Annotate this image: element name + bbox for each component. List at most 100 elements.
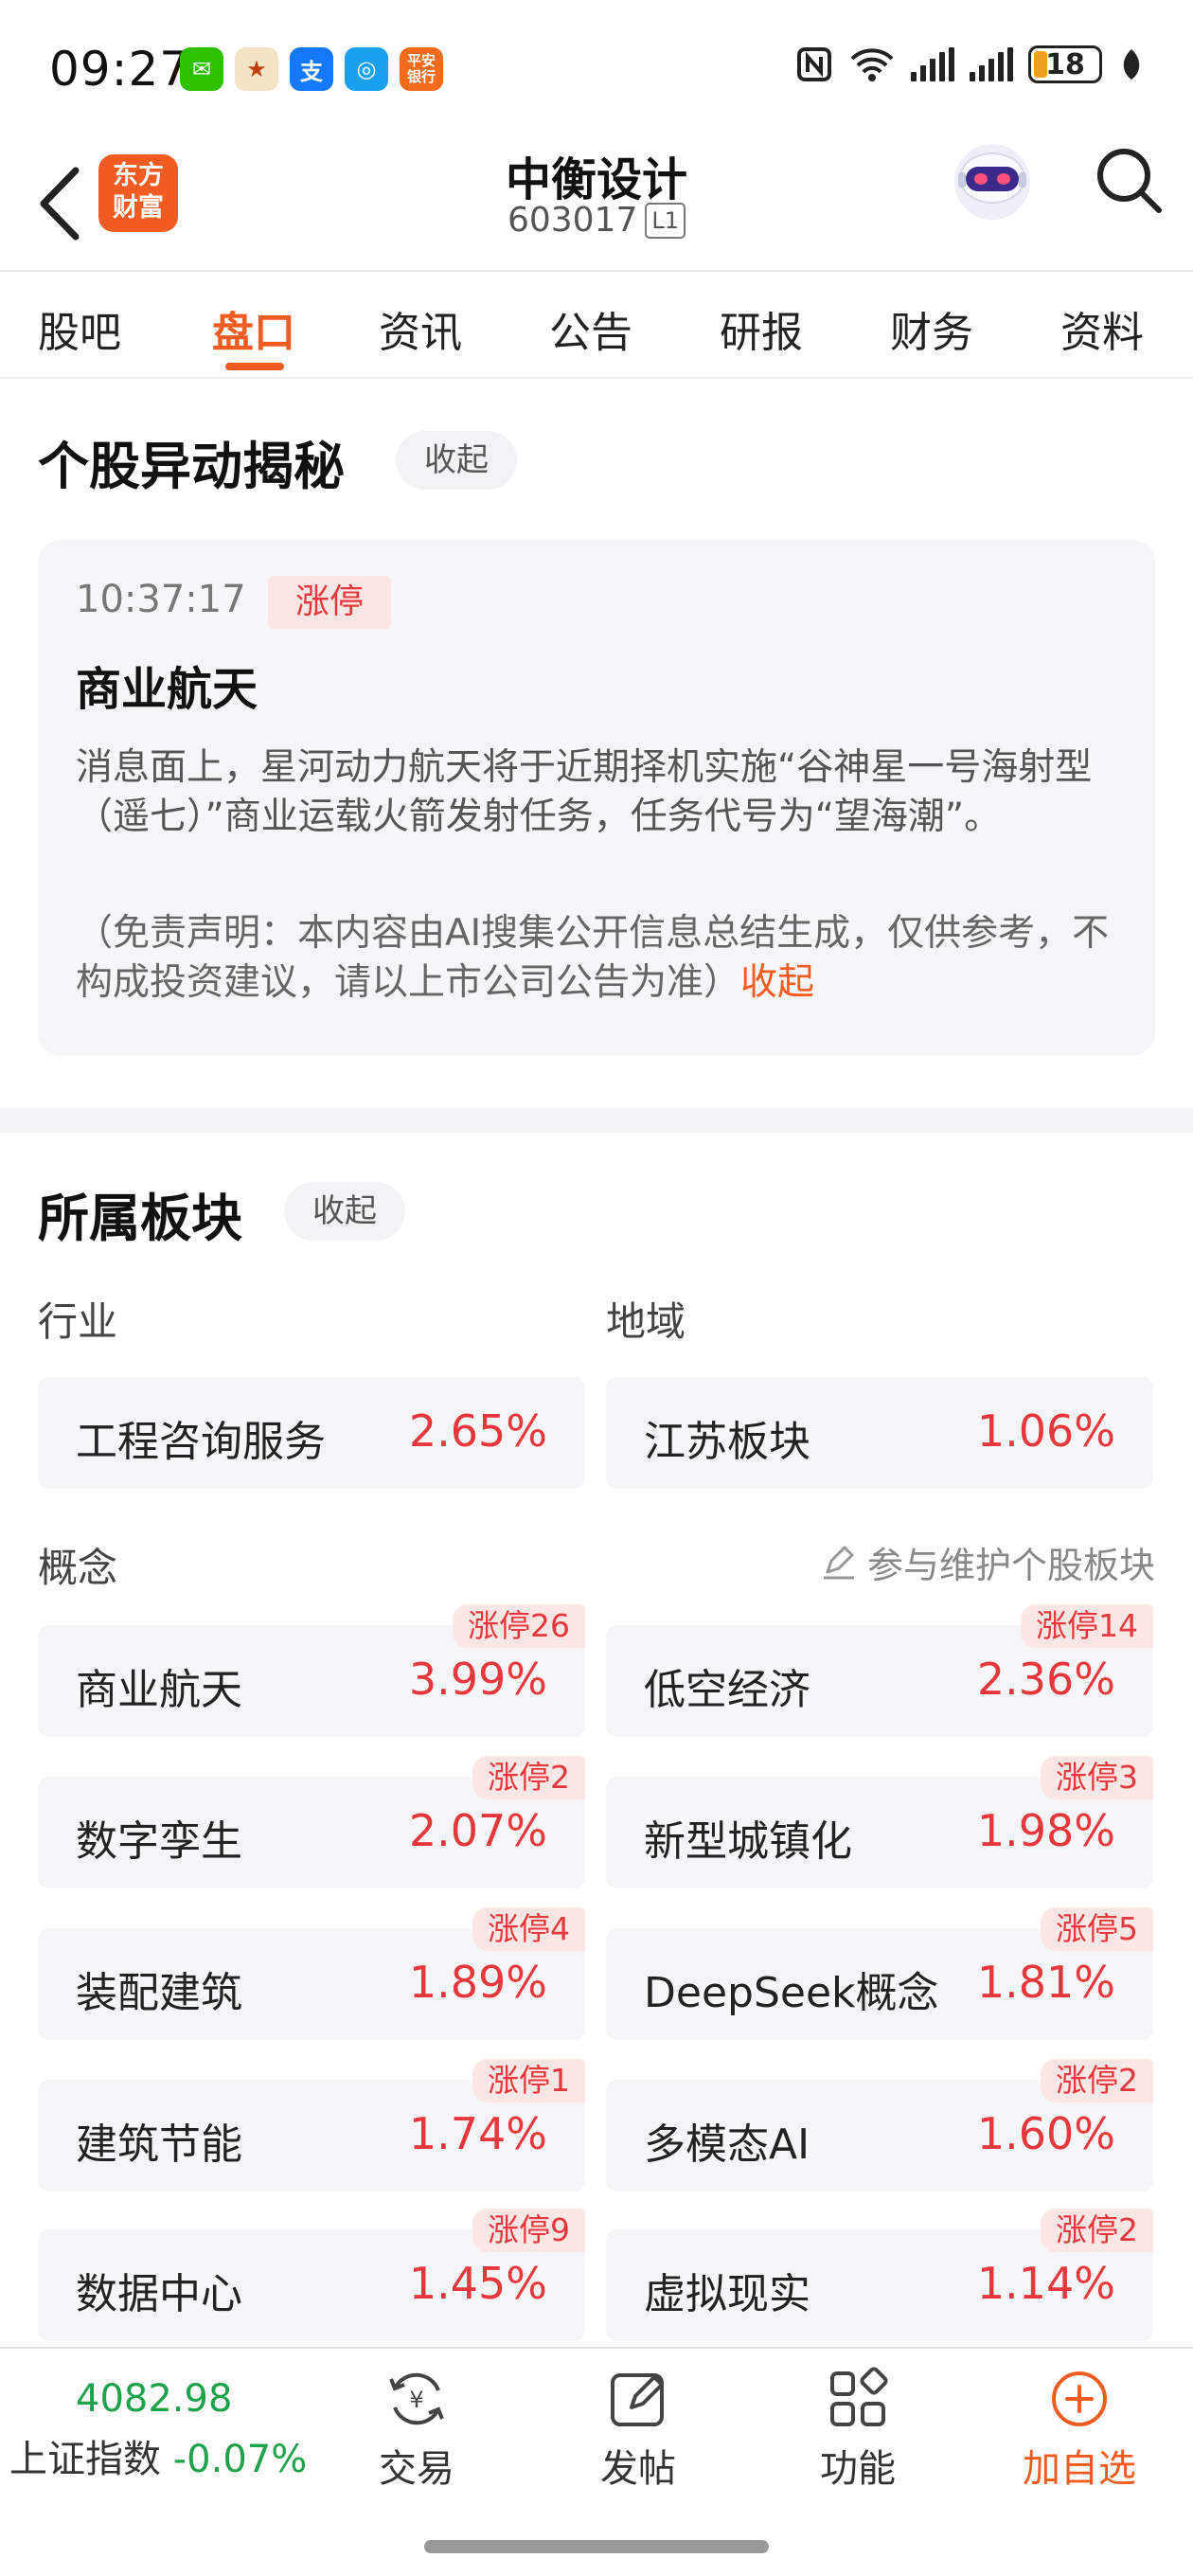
movement-body: 消息面上，星河动力航天将于近期择机实施“谷神星一号海射型（遥七）”商业运载火箭发…	[76, 746, 1093, 838]
concept-block[interactable]: 涨停14 低空经济 2.36%	[606, 1604, 1153, 1737]
limit-up-count-badge: 涨停2	[472, 1756, 585, 1799]
pay-icon: ◎	[345, 47, 388, 91]
limit-up-count-badge: 涨停1	[472, 2059, 585, 2102]
tab-active-indicator	[225, 363, 284, 370]
sectors-section-title: 所属板块	[38, 1189, 242, 1248]
industry-label: 行业	[38, 1298, 118, 1345]
tab-guba[interactable]: 股吧	[38, 298, 121, 359]
limit-up-count-badge: 涨停5	[1041, 1907, 1153, 1951]
concept-block[interactable]: 涨停9 数据中心 1.45%	[38, 2209, 585, 2341]
block-pct: 1.74%	[408, 2108, 547, 2159]
leaf-icon	[1123, 49, 1140, 80]
tab-bar: 股吧 盘口 资讯 公告 研报 财务 资料	[0, 270, 1193, 379]
industry-block[interactable]: 工程咨询服务 2.65%	[38, 1377, 585, 1489]
post-icon	[611, 2373, 664, 2426]
maintain-text: 参与维护个股板块	[866, 1545, 1155, 1586]
search-icon[interactable]	[1091, 142, 1166, 218]
movement-headline: 商业航天	[76, 663, 258, 716]
home-indicator[interactable]	[424, 2540, 769, 2553]
block-name: 数据中心	[76, 2270, 242, 2318]
limit-up-count-badge: 涨停26	[453, 1604, 585, 1648]
level-badge: L1	[645, 202, 686, 239]
block-name: 多模态AI	[644, 2120, 810, 2169]
block-name: 新型城镇化	[644, 1817, 852, 1866]
alipay-icon: 支	[290, 47, 333, 91]
limit-up-count-badge: 涨停3	[1041, 1756, 1153, 1799]
movement-time: 10:37:17	[76, 578, 246, 621]
concept-block[interactable]: 涨停26 商业航天 3.99%	[38, 1604, 585, 1737]
block-pct: 2.65%	[408, 1405, 547, 1457]
block-pct: 1.45%	[408, 2258, 547, 2309]
index-name-row[interactable]: 上证指数 -0.07%	[9, 2428, 307, 2483]
functions-grid-icon	[830, 2367, 888, 2426]
battery-icon: 18	[1028, 45, 1102, 83]
signal-icon-2	[970, 47, 1013, 81]
sectors-collapse-button[interactable]: 收起	[284, 1182, 405, 1241]
trade-icon: ¥	[389, 2372, 444, 2425]
concept-block[interactable]: 涨停5 DeepSeek概念 1.81%	[606, 1907, 1153, 2040]
block-pct: 1.89%	[408, 1957, 547, 2008]
signal-icon	[911, 47, 954, 81]
pingan-bank-icon: 平安 银行	[400, 47, 443, 91]
concept-block[interactable]: 涨停2 多模态AI 1.60%	[606, 2059, 1153, 2191]
maintain-blocks-link[interactable]: 参与维护个股板块	[820, 1536, 1155, 1588]
block-name: 工程咨询服务	[76, 1418, 326, 1466]
tab-news[interactable]: 资讯	[379, 298, 462, 359]
status-time: 09:27	[49, 42, 191, 97]
concept-block[interactable]: 涨停1 建筑节能 1.74%	[38, 2059, 585, 2191]
disclaimer-collapse-link[interactable]: 收起	[740, 961, 814, 1004]
block-name: 低空经济	[644, 1666, 810, 1714]
block-name: 商业航天	[76, 1666, 242, 1714]
disclaimer-text: （免责声明：本内容由AI搜集公开信息总结生成，仅供参考，不构成投资建议，请以上市…	[76, 912, 1110, 1004]
movement-section-title: 个股异动揭秘	[38, 437, 345, 496]
add-circle-icon	[1052, 2371, 1107, 2426]
block-pct: 2.07%	[408, 1805, 547, 1856]
concept-label: 概念	[38, 1545, 118, 1591]
index-change: -0.07%	[172, 2438, 308, 2481]
tab-announcements[interactable]: 公告	[549, 298, 632, 359]
block-name: 建筑节能	[76, 2120, 242, 2169]
tab-research[interactable]: 研报	[720, 298, 803, 359]
block-pct: 1.14%	[976, 2258, 1115, 2309]
block-pct: 2.36%	[976, 1654, 1115, 1705]
index-value[interactable]: 4082.98	[76, 2377, 232, 2421]
limit-up-count-badge: 涨停9	[472, 2209, 585, 2252]
wechat-icon: ✉	[180, 47, 223, 91]
limit-up-count-badge: 涨停4	[472, 1907, 585, 1951]
wifi-icon	[850, 48, 894, 81]
section-divider	[0, 1108, 1193, 1133]
limit-up-count-badge: 涨停2	[1041, 2209, 1153, 2252]
movement-collapse-button[interactable]: 收起	[396, 431, 517, 490]
concept-block[interactable]: 涨停2 虚拟现实 1.14%	[606, 2209, 1153, 2341]
limit-up-count-badge: 涨停2	[1041, 2059, 1153, 2102]
svg-text:¥: ¥	[409, 2387, 423, 2413]
block-name: DeepSeek概念	[644, 1969, 939, 2017]
nav-add-watchlist[interactable]: 加自选	[1013, 2366, 1146, 2493]
concept-block[interactable]: 涨停4 装配建筑 1.89%	[38, 1907, 585, 2040]
tab-profile[interactable]: 资料	[1060, 298, 1144, 359]
concept-block[interactable]: 涨停2 数字孪生 2.07%	[38, 1756, 585, 1888]
block-name: 数字孪生	[76, 1817, 242, 1866]
tmall-icon: ★	[235, 47, 278, 91]
region-label: 地域	[606, 1298, 686, 1345]
nav-functions[interactable]: 功能	[792, 2366, 924, 2493]
status-bar: 09:27 ✉ ★ 支 ◎ 平安 银行 18	[0, 0, 1193, 142]
block-name: 虚拟现实	[644, 2270, 810, 2318]
movement-card: 10:37:17 涨停 商业航天 消息面上，星河动力航天将于近期择机实施“谷神星…	[38, 540, 1155, 1056]
movement-disclaimer: （免责声明：本内容由AI搜集公开信息总结生成，仅供参考，不构成投资建议，请以上市…	[76, 909, 1127, 1008]
tab-pankou[interactable]: 盘口	[212, 298, 295, 359]
limit-up-count-badge: 涨停14	[1021, 1604, 1153, 1648]
block-pct: 1.98%	[976, 1805, 1115, 1856]
block-pct: 1.06%	[976, 1405, 1115, 1457]
ai-assistant-icon[interactable]	[947, 134, 1038, 225]
edit-icon	[823, 1546, 854, 1579]
tab-finance[interactable]: 财务	[890, 298, 973, 359]
nav-trade[interactable]: ¥ 交易	[350, 2366, 483, 2493]
limit-up-tag: 涨停	[268, 576, 391, 629]
nav-post[interactable]: 发帖	[572, 2366, 704, 2493]
block-pct: 3.99%	[408, 1654, 547, 1705]
index-name: 上证指数	[9, 2438, 161, 2481]
block-name: 江苏板块	[644, 1418, 810, 1466]
region-block[interactable]: 江苏板块 1.06%	[606, 1377, 1153, 1489]
concept-block[interactable]: 涨停3 新型城镇化 1.98%	[606, 1756, 1153, 1888]
